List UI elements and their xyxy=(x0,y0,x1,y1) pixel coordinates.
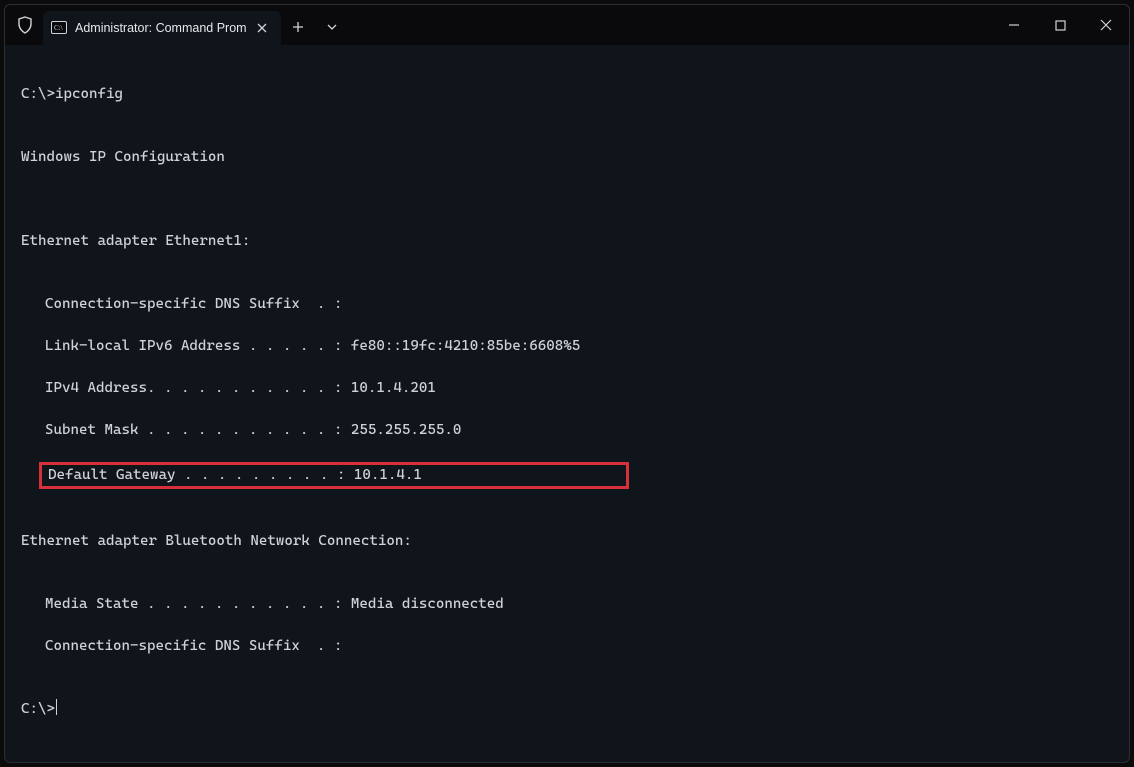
highlight-annotation: Default Gateway . . . . . . . . . : 10.1… xyxy=(39,462,629,489)
output-header: Windows IP Configuration xyxy=(21,147,1115,168)
terminal-window: C:\ Administrator: Command Prom xyxy=(4,4,1130,763)
adapter-title: Ethernet adapter Bluetooth Network Conne… xyxy=(21,531,1115,552)
maximize-button[interactable] xyxy=(1037,5,1083,45)
new-tab-button[interactable] xyxy=(281,10,315,44)
close-button[interactable] xyxy=(1083,5,1129,45)
output-line-ipv6: Link-local IPv6 Address . . . . . : fe80… xyxy=(21,336,1115,357)
cursor xyxy=(56,699,57,715)
titlebar-left xyxy=(5,5,35,45)
prompt: C:\> xyxy=(21,86,55,102)
window-controls xyxy=(991,5,1129,45)
command: ipconfig xyxy=(55,86,123,102)
output-line-subnet: Subnet Mask . . . . . . . . . . . : 255.… xyxy=(21,420,1115,441)
highlighted-gateway-line: Default Gateway . . . . . . . . . : 10.1… xyxy=(21,462,1115,489)
minimize-button[interactable] xyxy=(991,5,1037,45)
cmd-icon: C:\ xyxy=(51,20,67,36)
output-line-gateway: Default Gateway . . . . . . . . . : 10.1… xyxy=(48,467,422,483)
titlebar: C:\ Administrator: Command Prom xyxy=(5,5,1129,45)
tab-dropdown-button[interactable] xyxy=(315,10,349,44)
tab-active[interactable]: C:\ Administrator: Command Prom xyxy=(43,11,281,45)
output-line-dns-suffix: Connection-specific DNS Suffix . : xyxy=(21,636,1115,657)
titlebar-drag-area[interactable] xyxy=(349,5,991,45)
svg-text:C:\: C:\ xyxy=(54,24,63,32)
prompt: C:\> xyxy=(21,701,55,717)
prompt-line: C:\>ipconfig xyxy=(21,84,1115,105)
prompt-line: C:\> xyxy=(21,699,1115,720)
tab-title: Administrator: Command Prom xyxy=(75,21,247,35)
adapter-title: Ethernet adapter Ethernet1: xyxy=(21,231,1115,252)
tab-close-button[interactable] xyxy=(253,19,271,37)
shield-icon xyxy=(15,15,35,35)
output-line-media-state: Media State . . . . . . . . . . . : Medi… xyxy=(21,594,1115,615)
terminal-output[interactable]: C:\>ipconfig Windows IP Configuration Et… xyxy=(5,45,1129,762)
output-line-dns-suffix: Connection-specific DNS Suffix . : xyxy=(21,294,1115,315)
tab-bar-actions xyxy=(281,5,349,45)
output-line-ipv4: IPv4 Address. . . . . . . . . . . : 10.1… xyxy=(21,378,1115,399)
